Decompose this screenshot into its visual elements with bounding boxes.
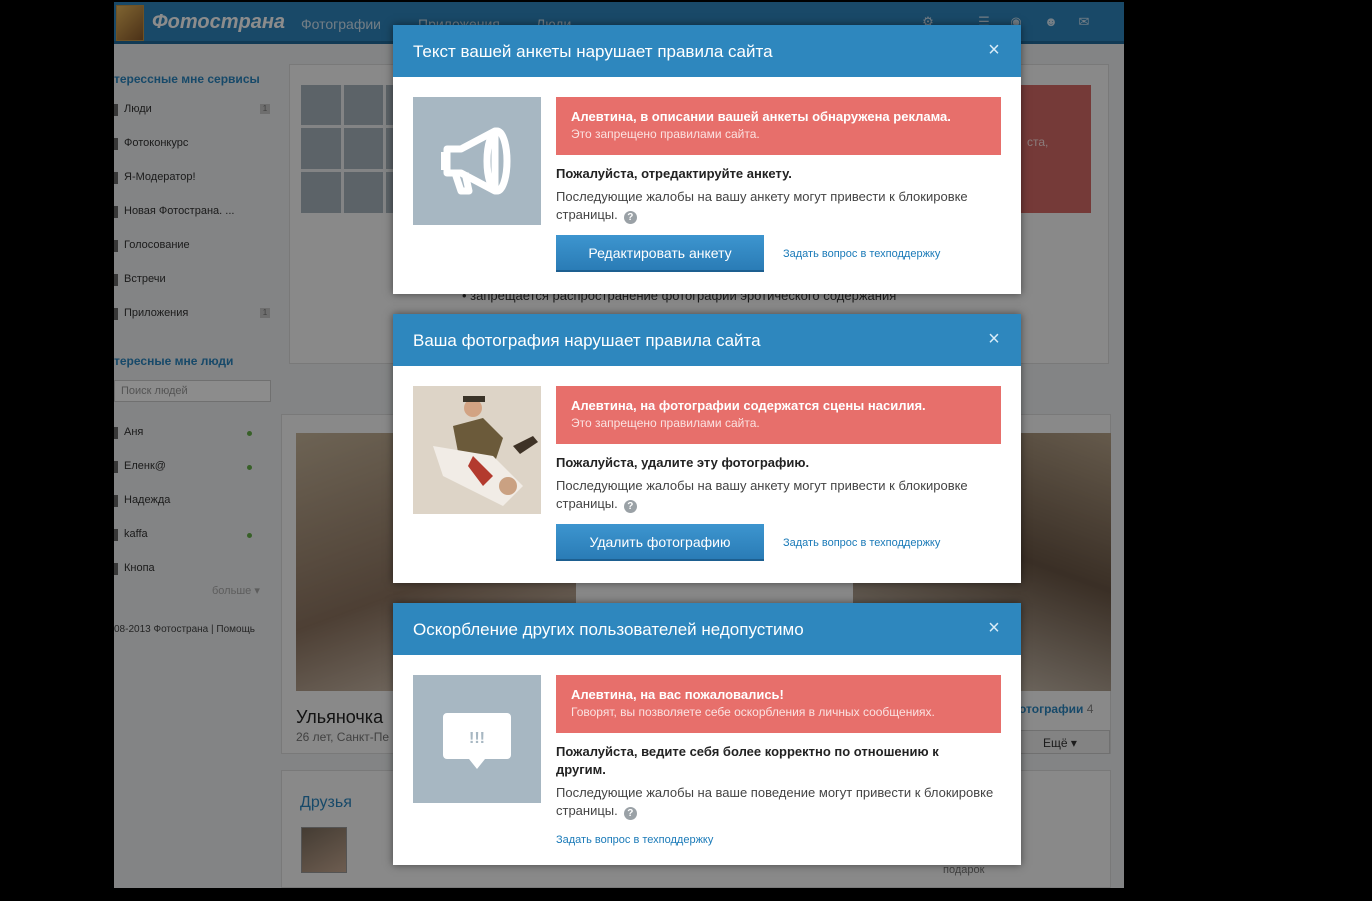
close-icon[interactable]: × bbox=[987, 40, 1001, 60]
alert-title: Алевтина, на вас пожаловались! bbox=[571, 687, 784, 702]
screen: Фотострана Фотографии Приложения Люди ⚙ … bbox=[0, 0, 1372, 901]
modal-title: Оскорбление других пользователей недопус… bbox=[413, 620, 804, 639]
modal-header: Ваша фотография нарушает правила сайта × bbox=[393, 314, 1021, 366]
question-icon[interactable]: ? bbox=[623, 211, 637, 224]
alert-text: Это запрещено правилами сайта. bbox=[571, 416, 760, 430]
close-icon[interactable]: × bbox=[987, 618, 1001, 638]
instruction-text: Пожалуйста, отредактируйте анкету. bbox=[556, 166, 792, 181]
modal-insult-violation: Оскорбление других пользователей недопус… bbox=[393, 603, 1021, 865]
modal-photo-violation: Ваша фотография нарушает правила сайта ×… bbox=[393, 314, 1021, 583]
question-icon[interactable]: ? bbox=[623, 500, 637, 513]
warning-text-value: Последующие жалобы на ваше поведение мог… bbox=[556, 785, 994, 818]
modal-body: !!! Алевтина, на вас пожаловались! Говор… bbox=[393, 655, 1021, 865]
support-link[interactable]: Задать вопрос в техподдержку bbox=[556, 834, 713, 846]
close-icon[interactable]: × bbox=[987, 329, 1001, 349]
warning-text-value: Последующие жалобы на вашу анкету могут … bbox=[556, 478, 968, 511]
question-icon[interactable]: ? bbox=[623, 807, 637, 820]
instruction-text: Пожалуйста, ведите себя более корректно … bbox=[556, 744, 939, 777]
modal-header: Текст вашей анкеты нарушает правила сайт… bbox=[393, 25, 1021, 77]
alert-text: Говорят, вы позволяете себе оскорбления … bbox=[571, 705, 935, 719]
alert-box: Алевтина, в описании вашей анкеты обнару… bbox=[556, 97, 1001, 155]
alert-box: Алевтина, на фотографии содержатся сцены… bbox=[556, 386, 1001, 444]
warning-text: Последующие жалобы на вашу анкету могут … bbox=[556, 188, 996, 224]
support-link[interactable]: Задать вопрос в техподдержку bbox=[783, 537, 940, 549]
alert-box: Алевтина, на вас пожаловались! Говорят, … bbox=[556, 675, 1001, 733]
violating-photo bbox=[413, 386, 541, 514]
alert-title: Алевтина, в описании вашей анкеты обнару… bbox=[571, 109, 951, 124]
instruction-text: Пожалуйста, удалите эту фотографию. bbox=[556, 455, 810, 470]
support-link[interactable]: Задать вопрос в техподдержку bbox=[783, 248, 940, 260]
modal-profile-violation: Текст вашей анкеты нарушает правила сайт… bbox=[393, 25, 1021, 294]
warning-text: Последующие жалобы на ваше поведение мог… bbox=[556, 784, 996, 820]
speech-bubble-text: !!! bbox=[469, 730, 485, 747]
warning-text: Последующие жалобы на вашу анкету могут … bbox=[556, 477, 996, 513]
modal-header: Оскорбление других пользователей недопус… bbox=[393, 603, 1021, 655]
modal-body: Алевтина, на фотографии содержатся сцены… bbox=[393, 366, 1021, 583]
delete-photo-button[interactable]: Удалить фотографию bbox=[556, 524, 764, 561]
modal-title: Текст вашей анкеты нарушает правила сайт… bbox=[413, 42, 773, 61]
megaphone-icon bbox=[413, 97, 541, 225]
edit-profile-button[interactable]: Редактировать анкету bbox=[556, 235, 764, 272]
modal-body: Алевтина, в описании вашей анкеты обнару… bbox=[393, 77, 1021, 294]
modal-title: Ваша фотография нарушает правила сайта bbox=[413, 331, 761, 350]
warning-text-value: Последующие жалобы на вашу анкету могут … bbox=[556, 189, 968, 222]
alert-title: Алевтина, на фотографии содержатся сцены… bbox=[571, 398, 926, 413]
alert-text: Это запрещено правилами сайта. bbox=[571, 127, 760, 141]
speech-bubble-icon: !!! bbox=[413, 675, 541, 803]
